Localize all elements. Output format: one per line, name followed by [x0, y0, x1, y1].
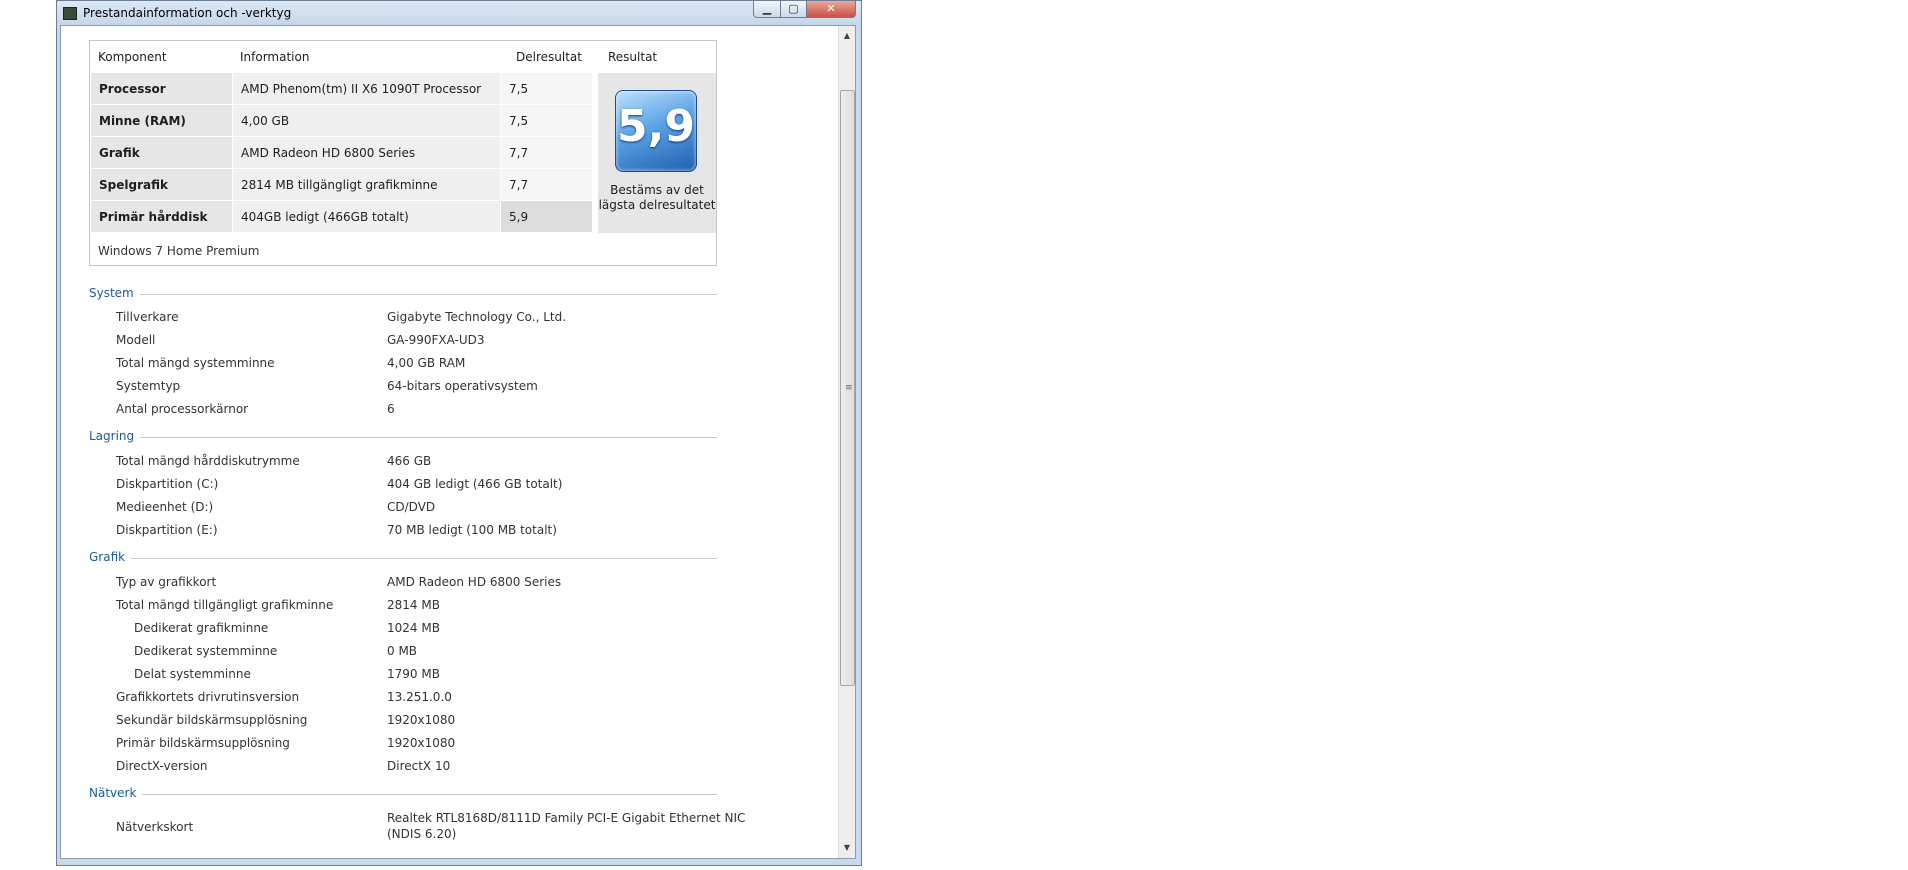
component-info: 2814 MB tillgängligt grafikminne [241, 178, 438, 192]
info-value: AMD Radeon HD 6800 Series [387, 575, 562, 589]
component-subscore: 7,5 [509, 114, 529, 128]
info-key: Dedikerat systemminne [134, 644, 278, 658]
info-key: Diskpartition (C:) [116, 477, 219, 491]
performance-window: Prestandainformation och -verktyg ▁ ▢ ✕ … [56, 0, 862, 866]
info-value: 64-bitars operativsystem [387, 379, 538, 393]
maximize-icon: ▢ [788, 2, 799, 15]
section-lagring: Lagring [89, 429, 717, 445]
performance-app-icon [63, 7, 77, 20]
table-row: Spelgrafik 2814 MB tillgängligt grafikmi… [91, 169, 592, 201]
component-subscore: 7,7 [509, 178, 529, 192]
info-value: Realtek RTL8168D/8111D Family PCI-E Giga… [387, 811, 746, 825]
section-natverk: Nätverk [89, 786, 717, 802]
close-button[interactable]: ✕ [806, 1, 856, 18]
info-key: Typ av grafikkort [116, 575, 217, 589]
component-info: 404GB ledigt (466GB totalt) [241, 210, 409, 224]
title-bar[interactable]: Prestandainformation och -verktyg ▁ ▢ ✕ [57, 1, 861, 25]
minimize-icon: ▁ [762, 2, 772, 15]
base-score-area: 5,9 Bestäms av det lägsta delresultatet [598, 73, 716, 233]
base-score-badge-icon: 5,9 [615, 90, 697, 172]
maximize-button[interactable]: ▢ [780, 1, 807, 18]
os-edition: Windows 7 Home Premium [98, 244, 260, 258]
header-komponent: Komponent [98, 50, 167, 64]
info-value: CD/DVD [387, 500, 436, 514]
component-subscore: 5,9 [509, 210, 529, 224]
score-table: Komponent Information Delresultat Result… [89, 40, 717, 266]
component-label: Primär hårddisk [99, 210, 208, 224]
section-grafik: Grafik [89, 550, 717, 566]
component-info: AMD Phenom(tm) II X6 1090T Processor [241, 82, 482, 96]
section-title: Lagring [89, 429, 141, 443]
component-label: Minne (RAM) [99, 114, 186, 128]
component-subscore: 7,7 [509, 146, 529, 160]
info-key: Diskpartition (E:) [116, 523, 218, 537]
info-key: Tillverkare [116, 310, 179, 324]
close-icon: ✕ [826, 2, 836, 15]
info-key: DirectX-version [116, 759, 208, 773]
info-key: Medieenhet (D:) [116, 500, 214, 514]
component-info: AMD Radeon HD 6800 Series [241, 146, 416, 160]
info-key: Nätverkskort [116, 820, 194, 834]
info-value: 404 GB ledigt (466 GB totalt) [387, 477, 563, 491]
section-system: System [89, 286, 717, 302]
base-score-value: 5,9 [617, 101, 695, 152]
scrollbar-thumb[interactable]: ≡ [840, 90, 855, 686]
info-value-continued: (NDIS 6.20) [387, 827, 457, 841]
table-row: Minne (RAM) 4,00 GB 7,5 [91, 105, 592, 137]
info-value: 466 GB [387, 454, 432, 468]
info-key: Sekundär bildskärmsupplösning [116, 713, 308, 727]
base-score-caption: Bestäms av det lägsta delresultatet [598, 183, 716, 212]
header-resultat: Resultat [608, 50, 658, 64]
info-key: Total mängd systemminne [116, 356, 275, 370]
header-delresultat: Delresultat [516, 50, 582, 64]
info-value: 2814 MB [387, 598, 440, 612]
header-information: Information [240, 50, 310, 64]
info-value: 70 MB ledigt (100 MB totalt) [387, 523, 557, 537]
section-title: System [89, 286, 140, 300]
info-key: Modell [116, 333, 156, 347]
component-label: Spelgrafik [99, 178, 168, 192]
component-subscore: 7,5 [509, 82, 529, 96]
score-table-header: Komponent Information Delresultat Result… [90, 41, 716, 72]
info-value: 1920x1080 [387, 736, 456, 750]
info-value: 6 [387, 402, 395, 416]
info-value: 0 MB [387, 644, 418, 658]
info-key: Total mängd tillgängligt grafikminne [116, 598, 334, 612]
component-label: Grafik [99, 146, 140, 160]
table-row: Grafik AMD Radeon HD 6800 Series 7,7 [91, 137, 592, 169]
info-value: 4,00 GB RAM [387, 356, 466, 370]
component-info: 4,00 GB [241, 114, 290, 128]
section-title: Grafik [89, 550, 132, 564]
component-label: Processor [99, 82, 166, 96]
info-value: DirectX 10 [387, 759, 451, 773]
table-row: Processor AMD Phenom(tm) II X6 1090T Pro… [91, 73, 592, 105]
info-key: Antal processorkärnor [116, 402, 249, 416]
scroll-up-icon[interactable]: ▲ [839, 28, 855, 44]
info-value: GA-990FXA-UD3 [387, 333, 485, 347]
info-key: Total mängd hårddiskutrymme [116, 454, 300, 468]
section-title: Nätverk [89, 786, 143, 800]
info-key: Grafikkortets drivrutinsversion [116, 690, 300, 704]
info-value: 1790 MB [387, 667, 440, 681]
info-value: 1920x1080 [387, 713, 456, 727]
client-area: ▲ ≡ ▼ Komponent Information Delresultat … [60, 25, 856, 859]
minimize-button[interactable]: ▁ [753, 1, 781, 18]
window-title: Prestandainformation och -verktyg [83, 6, 292, 20]
table-row: Primär hårddisk 404GB ledigt (466GB tota… [91, 201, 592, 233]
info-value: 1024 MB [387, 621, 440, 635]
info-key: Dedikerat grafikminne [134, 621, 269, 635]
info-value: 13.251.0.0 [387, 690, 452, 704]
scroll-down-icon[interactable]: ▼ [839, 840, 855, 856]
info-key: Primär bildskärmsupplösning [116, 736, 290, 750]
info-key: Delat systemminne [134, 667, 251, 681]
info-value: Gigabyte Technology Co., Ltd. [387, 310, 567, 324]
vertical-scrollbar[interactable]: ▲ ≡ ▼ [838, 26, 855, 858]
info-key: Systemtyp [116, 379, 181, 393]
grip-icon: ≡ [845, 383, 853, 393]
